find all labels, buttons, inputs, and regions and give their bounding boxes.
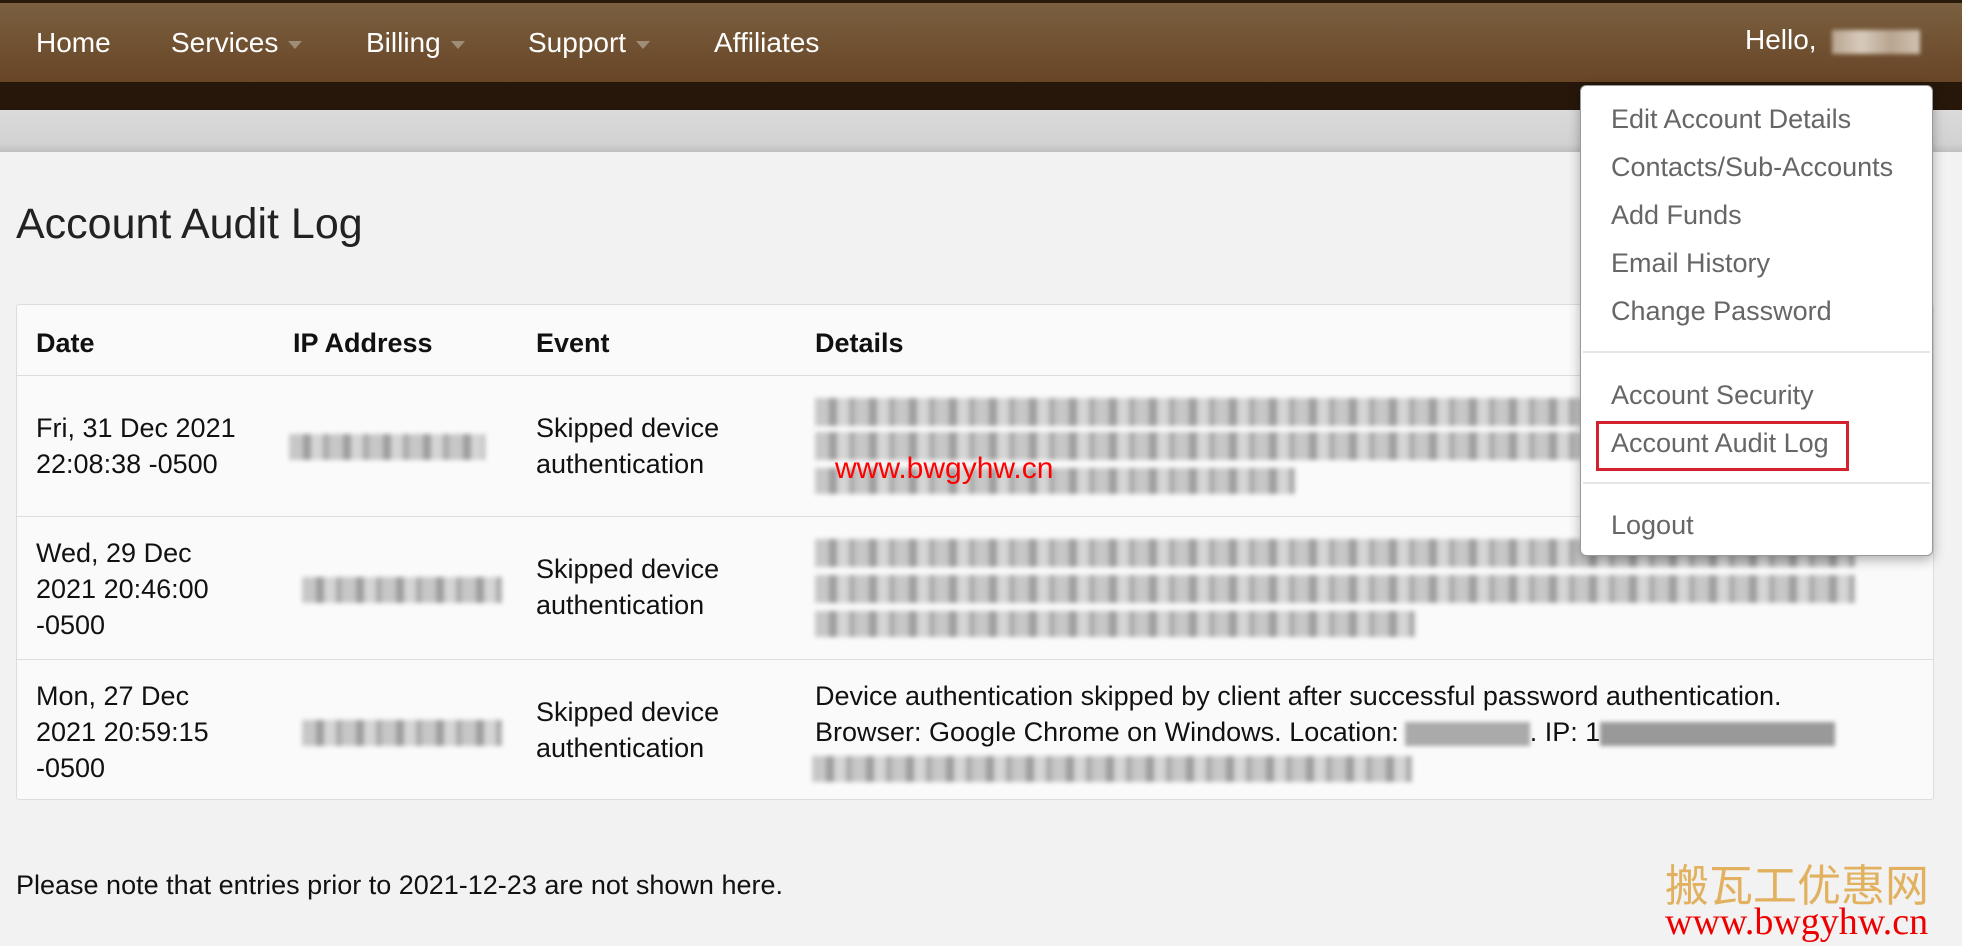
redacted-details — [815, 611, 1415, 637]
redacted-location — [1404, 721, 1530, 746]
account-dropdown-menu: Edit Account Details Contacts/Sub-Accoun… — [1580, 85, 1933, 556]
nav-support[interactable]: Support — [528, 27, 651, 59]
redacted-ip — [302, 720, 502, 746]
menu-item-add-funds[interactable]: Add Funds — [1611, 200, 1742, 231]
redacted-ip — [302, 577, 502, 603]
col-header-date: Date — [36, 328, 95, 358]
details-line: Device authentication skipped by client … — [815, 681, 1782, 711]
nav-affiliates[interactable]: Affiliates — [714, 27, 819, 59]
nav-services[interactable]: Services — [171, 27, 303, 59]
col-header-details: Details — [815, 328, 904, 358]
page-title: Account Audit Log — [16, 200, 363, 248]
details-text: . IP: 1 — [1529, 717, 1601, 747]
menu-divider — [1583, 351, 1930, 353]
event-cell: Skipped device authentication — [536, 554, 720, 620]
caret-down-icon — [288, 40, 303, 49]
nav-label: Billing — [366, 27, 441, 58]
menu-item-contacts[interactable]: Contacts/Sub-Accounts — [1611, 152, 1893, 183]
watermark-text: www.bwgyhw.cn — [835, 452, 1054, 485]
watermark-url: www.bwgyhw.cn — [1665, 901, 1929, 943]
menu-divider — [1583, 482, 1930, 484]
menu-item-change-password[interactable]: Change Password — [1611, 296, 1832, 327]
redacted-ip — [1600, 721, 1836, 746]
details-line: Browser: Google Chrome on Windows. Locat… — [815, 714, 1836, 750]
nav-label: Support — [528, 27, 627, 58]
caret-down-icon — [636, 40, 651, 49]
table-row: Mon, 27 Dec 2021 20:59:15 -0500 Skipped … — [17, 659, 1933, 801]
col-header-event: Event — [536, 328, 610, 358]
event-cell: Skipped device authentication — [536, 413, 720, 479]
menu-item-account-security[interactable]: Account Security — [1611, 380, 1814, 411]
col-header-ip: IP Address — [293, 328, 433, 358]
redacted-details — [812, 756, 1412, 782]
caret-down-icon — [450, 40, 465, 49]
user-menu-toggle[interactable]: Hello, — [1745, 24, 1817, 56]
nav-billing[interactable]: Billing — [366, 27, 465, 59]
highlight-box — [1596, 421, 1849, 471]
menu-item-edit-account-details[interactable]: Edit Account Details — [1611, 104, 1851, 135]
event-cell: Skipped device authentication — [536, 697, 720, 763]
date-cell: Fri, 31 Dec 2021 22:08:38 -0500 — [36, 413, 236, 479]
menu-item-logout[interactable]: Logout — [1611, 510, 1694, 541]
date-cell: Mon, 27 Dec 2021 20:59:15 -0500 — [36, 681, 209, 783]
retention-note: Please note that entries prior to 2021-1… — [16, 870, 783, 900]
redacted-username — [1832, 30, 1920, 54]
redacted-details — [815, 398, 1595, 426]
nav-home[interactable]: Home — [36, 27, 111, 59]
redacted-details — [815, 575, 1855, 603]
menu-item-email-history[interactable]: Email History — [1611, 248, 1770, 279]
details-text: Browser: Google Chrome on Windows. Locat… — [815, 717, 1399, 747]
redacted-ip — [289, 434, 485, 460]
top-navbar: Home Services Billing Support Affiliates — [0, 0, 1962, 82]
nav-label: Services — [171, 27, 279, 58]
date-cell: Wed, 29 Dec 2021 20:46:00 -0500 — [36, 538, 209, 640]
